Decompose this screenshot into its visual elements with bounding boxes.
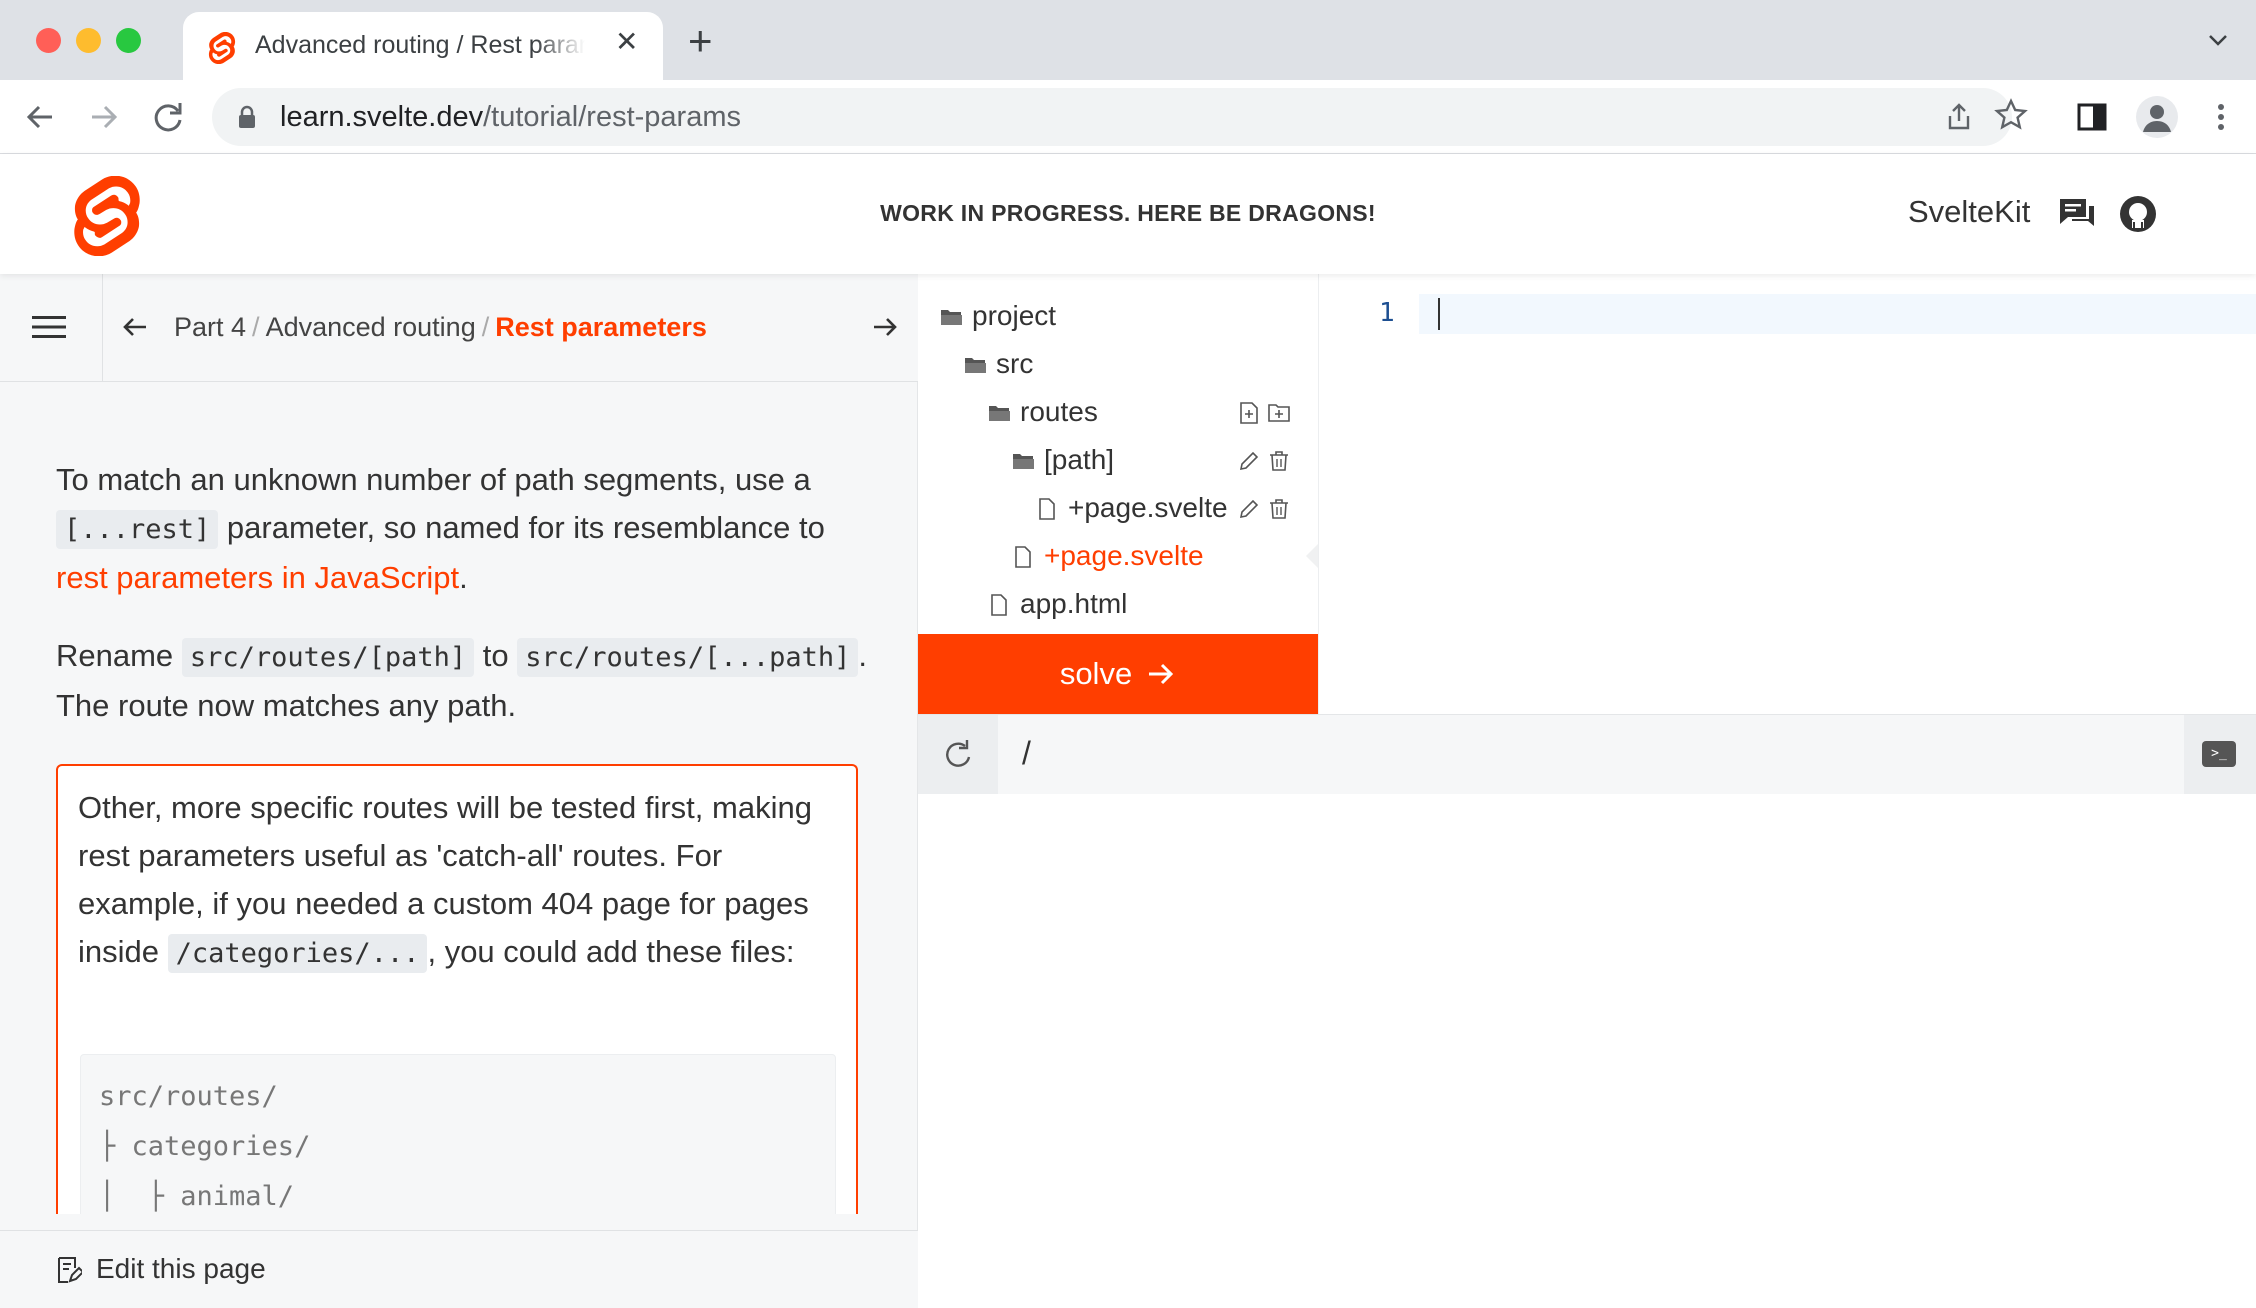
browser-toolbar: learn.svelte.dev/tutorial/rest-params xyxy=(0,80,2256,154)
edit-page-bar: Edit this page xyxy=(0,1230,918,1308)
site-header: WORK IN PROGRESS. HERE BE DRAGONS! Svelt… xyxy=(0,154,2256,274)
breadcrumb-bar: Part 4/Advanced routing / Rest parameters xyxy=(0,274,918,382)
new-file-icon[interactable] xyxy=(1238,402,1260,424)
window-close-button[interactable] xyxy=(36,28,61,53)
preview-frame[interactable] xyxy=(918,794,2256,1308)
file-icon xyxy=(1039,498,1055,520)
file-tree: project src routes [path] +page.svelte +… xyxy=(918,274,1318,634)
person-icon xyxy=(2143,105,2171,132)
github-icon[interactable] xyxy=(2118,194,2158,234)
svelte-favicon-icon xyxy=(208,32,236,64)
folder-open-icon xyxy=(965,358,986,373)
code-line: │ ├ animal/ xyxy=(99,1181,295,1212)
edit-this-page-link[interactable]: Edit this page xyxy=(96,1253,266,1285)
inline-code-rest-path: src/routes/[...path] xyxy=(517,638,859,677)
more-vertical-icon[interactable] xyxy=(2204,100,2238,134)
side-panel-icon[interactable] xyxy=(2075,100,2109,134)
tutorial-panel: Part 4/Advanced routing / Rest parameters … xyxy=(0,274,918,1308)
callout-text: Other, more specific routes will be test… xyxy=(78,784,838,978)
paragraph-rename: Rename src/routes/[path] to src/routes/[… xyxy=(56,638,867,723)
folder-open-icon xyxy=(1013,454,1034,469)
terminal-toggle-button[interactable]: >_ xyxy=(2184,715,2256,795)
arrow-right-icon xyxy=(1149,663,1174,685)
solve-button[interactable]: solve xyxy=(918,634,1318,714)
forward-arrow-icon[interactable] xyxy=(86,99,122,135)
window-minimize-button[interactable] xyxy=(76,28,101,53)
callout-box: Other, more specific routes will be test… xyxy=(56,764,858,1214)
tab-title: Advanced routing / Rest parameters xyxy=(255,31,585,59)
terminal-icon: >_ xyxy=(2202,741,2236,767)
tab-search-chevron-icon[interactable] xyxy=(2206,30,2230,50)
preview-url-input[interactable]: / xyxy=(1022,735,1031,772)
address-bar[interactable]: learn.svelte.dev/tutorial/rest-params xyxy=(212,88,2012,146)
new-folder-icon[interactable] xyxy=(1268,402,1290,424)
brand-link[interactable]: SvelteKit xyxy=(1908,194,2030,230)
file-icon xyxy=(991,594,1007,616)
delete-trash-icon[interactable] xyxy=(1268,450,1290,472)
breadcrumb: Part 4/Advanced routing / Rest parameters xyxy=(174,312,707,342)
new-tab-plus-icon[interactable]: + xyxy=(688,20,713,62)
rest-parameters-link[interactable]: rest parameters in JavaScript xyxy=(56,560,459,595)
breadcrumb-section[interactable]: Advanced routing xyxy=(266,312,476,342)
code-line: ├ categories/ xyxy=(99,1131,311,1162)
file-icon xyxy=(1015,546,1031,568)
code-block: src/routes/ ├ categories/ │ ├ animal/ xyxy=(80,1054,836,1214)
bookmark-star-icon[interactable] xyxy=(1994,98,2028,132)
active-line-highlight xyxy=(1419,294,2256,334)
folder-open-icon xyxy=(941,310,962,325)
reload-icon xyxy=(946,740,971,767)
lock-icon[interactable] xyxy=(238,105,256,129)
window-maximize-button[interactable] xyxy=(116,28,141,53)
preview-reload-button[interactable] xyxy=(918,715,998,795)
rename-pencil-icon[interactable] xyxy=(1238,498,1260,520)
inline-code-rest: [...rest] xyxy=(56,510,219,549)
lesson-content: To match an unknown number of path segme… xyxy=(56,456,876,760)
code-editor[interactable]: 1 xyxy=(1318,274,2256,714)
back-arrow-icon[interactable] xyxy=(22,99,58,135)
share-icon[interactable] xyxy=(1944,102,1974,132)
previous-lesson-arrow-icon[interactable] xyxy=(120,312,150,342)
browser-tab-strip: Advanced routing / Rest parameters ✕ + xyxy=(0,0,2256,80)
code-line: src/routes/ xyxy=(99,1081,278,1112)
url-text: learn.svelte.dev/tutorial/rest-params xyxy=(280,101,741,133)
chat-icon[interactable] xyxy=(2058,196,2096,232)
delete-trash-icon[interactable] xyxy=(1268,498,1290,520)
breadcrumb-part[interactable]: Part 4 xyxy=(174,312,246,342)
edit-document-icon[interactable] xyxy=(56,1255,82,1285)
paragraph-intro: To match an unknown number of path segme… xyxy=(56,462,825,595)
text-cursor xyxy=(1438,298,1440,330)
browser-tab-active[interactable]: Advanced routing / Rest parameters ✕ xyxy=(183,12,663,80)
line-number: 1 xyxy=(1379,298,1395,328)
rename-pencil-icon[interactable] xyxy=(1238,450,1260,472)
solve-label: solve xyxy=(1059,656,1133,691)
hamburger-menu-icon[interactable] xyxy=(30,312,68,342)
breadcrumb-current[interactable]: Rest parameters xyxy=(495,312,707,342)
reload-icon[interactable] xyxy=(150,99,186,135)
breadcrumb-divider xyxy=(102,274,103,382)
inline-code-path: src/routes/[path] xyxy=(181,638,475,677)
profile-avatar[interactable] xyxy=(2136,96,2178,138)
inline-code-categories: /categories/... xyxy=(167,934,428,973)
preview-address-bar: / >_ xyxy=(918,714,2256,795)
next-lesson-arrow-icon[interactable] xyxy=(870,312,900,342)
folder-open-icon xyxy=(989,406,1010,421)
tab-close-icon[interactable]: ✕ xyxy=(615,28,638,56)
